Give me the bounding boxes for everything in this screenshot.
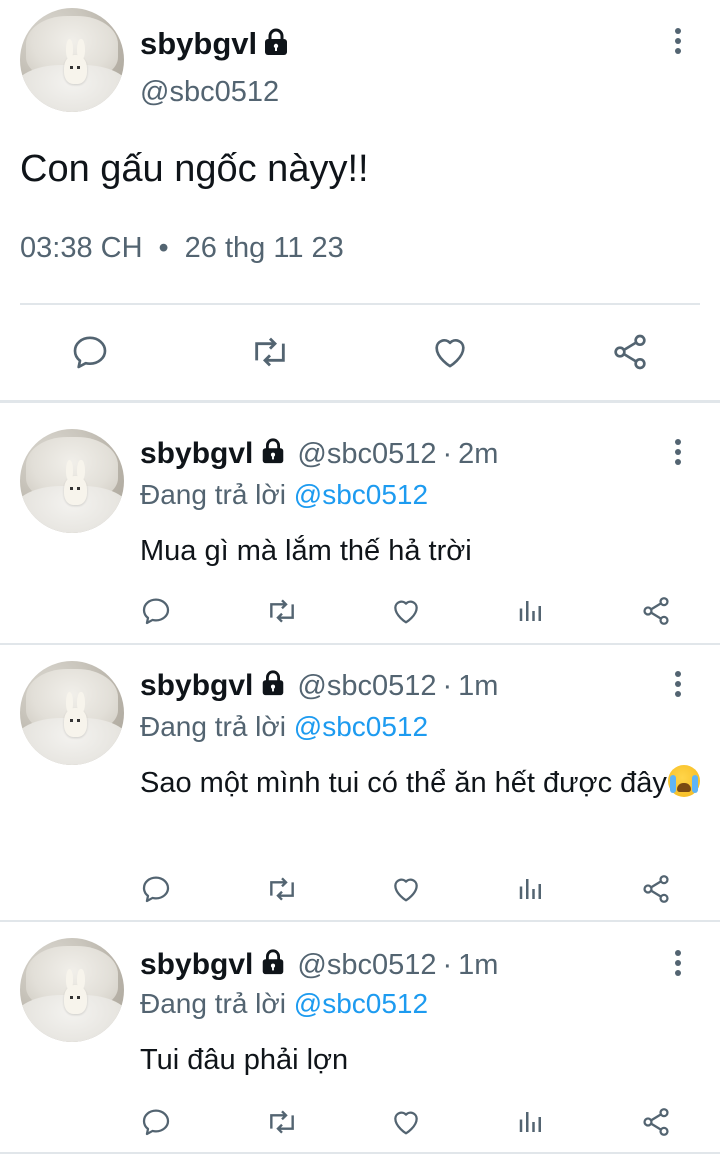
tweet-text: Tui đâu phải lợn bbox=[140, 1044, 349, 1076]
more-options-icon[interactable] bbox=[663, 669, 693, 699]
mention-link[interactable]: @sbc0512 bbox=[294, 479, 428, 510]
handle[interactable]: @sbc0512 bbox=[140, 76, 279, 109]
replying-label: Đang trả lời bbox=[140, 988, 286, 1019]
reply-tweet[interactable]: sbybgvl @sbc0512 · 1m Đang trả lời @sbc0… bbox=[0, 645, 720, 920]
reply-icon[interactable] bbox=[138, 593, 174, 629]
retweet-icon[interactable] bbox=[262, 1104, 302, 1140]
crying-face-icon bbox=[667, 765, 700, 797]
share-icon[interactable] bbox=[638, 593, 674, 629]
replying-to: Đang trả lời @sbc0512 bbox=[140, 711, 428, 743]
lock-icon bbox=[263, 27, 289, 62]
handle[interactable]: @sbc0512 bbox=[297, 949, 436, 982]
views-icon[interactable] bbox=[514, 1104, 548, 1140]
like-icon[interactable] bbox=[387, 871, 425, 907]
tweet-time[interactable]: 03:38 CH bbox=[20, 232, 143, 264]
tweet-text: Sao một mình tui có thể ăn hết được đây bbox=[140, 757, 700, 809]
reply-icon[interactable] bbox=[138, 1104, 174, 1140]
tweet-meta: 03:38 CH • 26 thg 11 23 bbox=[20, 232, 344, 265]
reply-icon[interactable] bbox=[68, 330, 112, 374]
like-icon[interactable] bbox=[427, 330, 473, 374]
tweet-text-content: Sao một mình tui có thể ăn hết được đây bbox=[140, 767, 667, 799]
lock-icon bbox=[259, 669, 287, 705]
tweet-text: Con gấu ngốc nàyy!! bbox=[20, 148, 369, 190]
avatar[interactable] bbox=[20, 938, 124, 1042]
divider bbox=[20, 303, 700, 305]
meta-separator: • bbox=[158, 232, 169, 264]
tweet-time[interactable]: 1m bbox=[458, 949, 498, 982]
like-icon[interactable] bbox=[387, 593, 425, 629]
share-icon[interactable] bbox=[638, 871, 674, 907]
views-icon[interactable] bbox=[514, 871, 548, 907]
display-name[interactable]: sbybgvl bbox=[140, 948, 253, 982]
display-name[interactable]: sbybgvl bbox=[140, 437, 253, 471]
reply-tweet[interactable]: sbybgvl @sbc0512 · 1m Đang trả lời @sbc0… bbox=[0, 922, 720, 1156]
mention-link[interactable]: @sbc0512 bbox=[294, 988, 428, 1019]
lock-icon bbox=[259, 948, 287, 984]
lock-icon bbox=[259, 437, 287, 473]
author-name-row: sbybgvl bbox=[140, 24, 289, 64]
avatar[interactable] bbox=[20, 429, 124, 533]
separator: · bbox=[442, 670, 453, 702]
handle[interactable]: @sbc0512 bbox=[297, 670, 436, 703]
replying-label: Đang trả lời bbox=[140, 711, 286, 742]
retweet-icon[interactable] bbox=[262, 871, 302, 907]
more-options-icon[interactable] bbox=[663, 948, 693, 978]
share-icon[interactable] bbox=[608, 330, 652, 374]
reply-icon[interactable] bbox=[138, 871, 174, 907]
retweet-icon[interactable] bbox=[262, 593, 302, 629]
retweet-icon[interactable] bbox=[246, 330, 294, 374]
mention-link[interactable]: @sbc0512 bbox=[294, 711, 428, 742]
avatar[interactable] bbox=[20, 8, 124, 112]
avatar[interactable] bbox=[20, 661, 124, 765]
separator: · bbox=[442, 438, 453, 470]
thread-divider bbox=[0, 1152, 720, 1154]
display-name[interactable]: sbybgvl bbox=[140, 26, 257, 62]
reply-header: sbybgvl @sbc0512 · 1m bbox=[140, 669, 498, 705]
share-icon[interactable] bbox=[638, 1104, 674, 1140]
reply-tweet[interactable]: sbybgvl @sbc0512 · 2m Đang trả lời @sbc0… bbox=[0, 403, 720, 643]
tweet-time[interactable]: 1m bbox=[458, 670, 498, 703]
more-options-icon[interactable] bbox=[663, 26, 693, 56]
tweet-date[interactable]: 26 thg 11 23 bbox=[185, 232, 344, 264]
replying-label: Đang trả lời bbox=[140, 479, 286, 510]
replying-to: Đang trả lời @sbc0512 bbox=[140, 988, 428, 1020]
handle[interactable]: @sbc0512 bbox=[297, 438, 436, 471]
reply-header: sbybgvl @sbc0512 · 2m bbox=[140, 437, 498, 473]
reply-header: sbybgvl @sbc0512 · 1m bbox=[140, 948, 498, 984]
like-icon[interactable] bbox=[387, 1104, 425, 1140]
views-icon[interactable] bbox=[514, 593, 548, 629]
tweet-text: Mua gì mà lắm thế hả trời bbox=[140, 535, 472, 567]
replying-to: Đang trả lời @sbc0512 bbox=[140, 479, 428, 511]
more-options-icon[interactable] bbox=[663, 437, 693, 467]
separator: · bbox=[442, 949, 453, 981]
display-name[interactable]: sbybgvl bbox=[140, 669, 253, 703]
tweet-time[interactable]: 2m bbox=[458, 438, 498, 471]
main-tweet: sbybgvl @sbc0512 Con gấu ngốc nàyy!! 03:… bbox=[0, 0, 720, 402]
